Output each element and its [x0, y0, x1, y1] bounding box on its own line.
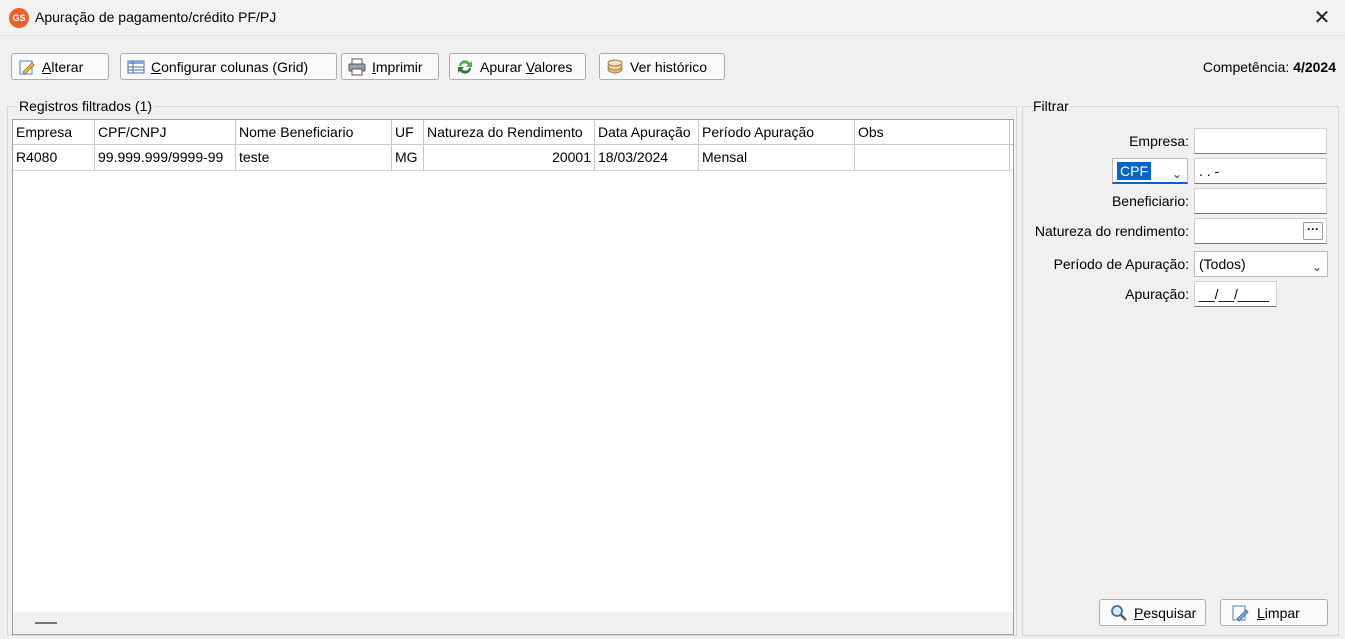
edit-icon — [18, 58, 36, 76]
ver-historico-button[interactable]: Ver histórico — [599, 53, 725, 80]
grid-footer — [13, 612, 1013, 634]
cpf-input[interactable]: . . - — [1194, 158, 1327, 184]
collapse-handle[interactable] — [35, 622, 57, 624]
periodo-select[interactable]: (Todos) ⌄ — [1194, 251, 1328, 277]
close-icon[interactable]: ✕ — [1311, 7, 1333, 29]
imprimir-label: Imprimir — [372, 58, 423, 75]
apuracao-input[interactable]: __/__/____ — [1194, 281, 1277, 307]
competencia-label: Competência: — [1202, 59, 1290, 75]
pesquisar-button[interactable]: Pesquisar — [1099, 599, 1206, 626]
alterar-label: Alterar — [42, 58, 84, 75]
empresa-label: Empresa: — [1129, 133, 1189, 149]
column-header-natureza[interactable]: Natureza do Rendimento — [424, 120, 595, 144]
window-title: Apuração de pagamento/crédito PF/PJ — [35, 9, 277, 25]
cell-empresa: R4080 — [13, 145, 95, 170]
column-header-obs[interactable]: Obs — [855, 120, 1010, 144]
beneficiario-input[interactable] — [1194, 188, 1327, 214]
pesquisar-label: Pesquisar — [1134, 604, 1197, 621]
natureza-label: Natureza do rendimento: — [1034, 223, 1189, 239]
competencia: Competência: 4/2024 — [1203, 59, 1336, 75]
apurar-valores-button[interactable]: Apurar Valores — [449, 53, 586, 80]
app-logo-icon: GS — [9, 8, 29, 28]
imprimir-button[interactable]: Imprimir — [341, 53, 439, 80]
periodo-label: Período de Apuração: — [1053, 256, 1189, 272]
cell-natureza: 20001 — [424, 145, 595, 170]
limpar-button[interactable]: Limpar — [1220, 599, 1328, 626]
column-header-nome[interactable]: Nome Beneficiario — [236, 120, 392, 144]
cell-obs — [855, 145, 1010, 170]
chevron-down-icon: ⌄ — [1171, 167, 1182, 181]
periodo-value: (Todos) — [1199, 256, 1246, 272]
table-row[interactable]: R4080 99.999.999/9999-99 teste MG 20001 … — [13, 145, 1013, 171]
cell-data: 18/03/2024 — [595, 145, 699, 170]
title-bar: GS Apuração de pagamento/crédito PF/PJ ✕ — [0, 0, 1345, 36]
registros-grid[interactable]: Empresa CPF/CNPJ Nome Beneficiario UF Na… — [12, 119, 1014, 635]
empresa-input[interactable] — [1194, 128, 1327, 154]
column-header-data[interactable]: Data Apuração — [595, 120, 699, 144]
limpar-label: Limpar — [1257, 604, 1300, 621]
beneficiario-label: Beneficiario: — [1111, 193, 1189, 209]
ver-historico-label: Ver histórico — [630, 58, 708, 75]
column-header-empresa[interactable]: Empresa — [13, 120, 95, 144]
history-icon — [606, 58, 624, 76]
chevron-down-icon: ⌄ — [1311, 260, 1322, 274]
filtrar-label: Filtrar — [1031, 98, 1071, 114]
eraser-icon — [1231, 604, 1249, 622]
refresh-icon — [456, 58, 474, 76]
grid-header: Empresa CPF/CNPJ Nome Beneficiario UF Na… — [13, 120, 1013, 145]
column-header-periodo[interactable]: Período Apuração — [699, 120, 855, 144]
natureza-input[interactable]: ··· — [1194, 218, 1327, 244]
cell-periodo: Mensal — [699, 145, 855, 170]
cell-cpf-cnpj: 99.999.999/9999-99 — [95, 145, 236, 170]
search-icon — [1110, 604, 1128, 622]
printer-icon — [348, 58, 366, 76]
alterar-button[interactable]: Alterar — [11, 53, 109, 80]
competencia-value: 4/2024 — [1293, 59, 1336, 75]
registros-label: Registros filtrados (1) — [17, 98, 155, 114]
doc-type-value: CPF — [1117, 162, 1151, 180]
column-header-cpf-cnpj[interactable]: CPF/CNPJ — [95, 120, 236, 144]
doc-type-select[interactable]: CPF ⌄ — [1112, 158, 1188, 184]
apuracao-label: Apuração: — [1125, 286, 1189, 302]
ellipsis-icon[interactable]: ··· — [1303, 222, 1323, 240]
cell-nome: teste — [236, 145, 392, 170]
configurar-label: Configurar colunas (Grid) — [151, 58, 309, 75]
apurar-label: Apurar Valores — [480, 58, 573, 75]
configurar-colunas-button[interactable]: Configurar colunas (Grid) — [120, 53, 337, 80]
grid-icon — [127, 58, 145, 76]
cell-uf: MG — [392, 145, 424, 170]
column-header-uf[interactable]: UF — [392, 120, 424, 144]
